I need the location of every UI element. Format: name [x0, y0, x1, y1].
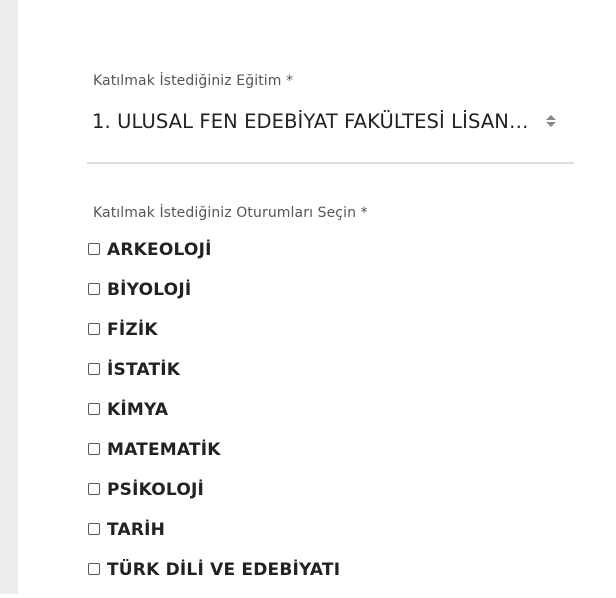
up-down-arrows-icon — [544, 113, 558, 129]
session-option-tarih[interactable]: TARİH — [88, 518, 340, 558]
checkbox[interactable] — [88, 443, 100, 455]
checkbox[interactable] — [88, 483, 100, 495]
session-option-biyoloji[interactable]: BİYOLOJİ — [88, 278, 340, 318]
education-select[interactable]: 1. ULUSAL FEN EDEBİYAT FAKÜLTESİ LİSANS … — [92, 106, 558, 136]
session-option-label: TÜRK DİLİ VE EDEBİYATI — [107, 560, 341, 580]
checkbox[interactable] — [88, 323, 100, 335]
education-select-value: 1. ULUSAL FEN EDEBİYAT FAKÜLTESİ LİSANS … — [92, 109, 538, 133]
checkbox[interactable] — [88, 563, 100, 575]
registration-form: Katılmak İstediğiniz Eğitim * 1. ULUSAL … — [18, 0, 616, 594]
session-option-fizik[interactable]: FİZİK — [88, 318, 340, 358]
sessions-checkbox-list: ARKEOLOJİ BİYOLOJİ FİZİK İSTATİK KİMYA M… — [88, 238, 340, 598]
checkbox[interactable] — [88, 403, 100, 415]
session-option-istatik[interactable]: İSTATİK — [88, 358, 340, 398]
session-option-label: ARKEOLOJİ — [107, 240, 212, 260]
session-option-psikoloji[interactable]: PSİKOLOJİ — [88, 478, 340, 518]
sessions-label: Katılmak İstediğiniz Oturumları Seçin * — [93, 205, 368, 221]
session-option-arkeoloji[interactable]: ARKEOLOJİ — [88, 238, 340, 278]
session-option-matematik[interactable]: MATEMATİK — [88, 438, 340, 478]
checkbox[interactable] — [88, 243, 100, 255]
session-option-kimya[interactable]: KİMYA — [88, 398, 340, 438]
checkbox[interactable] — [88, 523, 100, 535]
checkbox[interactable] — [88, 363, 100, 375]
section-divider — [87, 162, 574, 164]
session-option-label: MATEMATİK — [107, 440, 221, 460]
session-option-label: PSİKOLOJİ — [107, 480, 205, 500]
session-option-label: KİMYA — [107, 400, 169, 420]
page-margin-strip — [0, 0, 18, 594]
session-option-label: İSTATİK — [107, 360, 181, 380]
session-option-label: BİYOLOJİ — [107, 280, 192, 300]
session-option-label: FİZİK — [107, 320, 158, 340]
education-label: Katılmak İstediğiniz Eğitim * — [93, 73, 294, 89]
session-option-turk-dili-ve-edebiyati[interactable]: TÜRK DİLİ VE EDEBİYATI — [88, 558, 340, 598]
checkbox[interactable] — [88, 283, 100, 295]
session-option-label: TARİH — [107, 520, 166, 540]
